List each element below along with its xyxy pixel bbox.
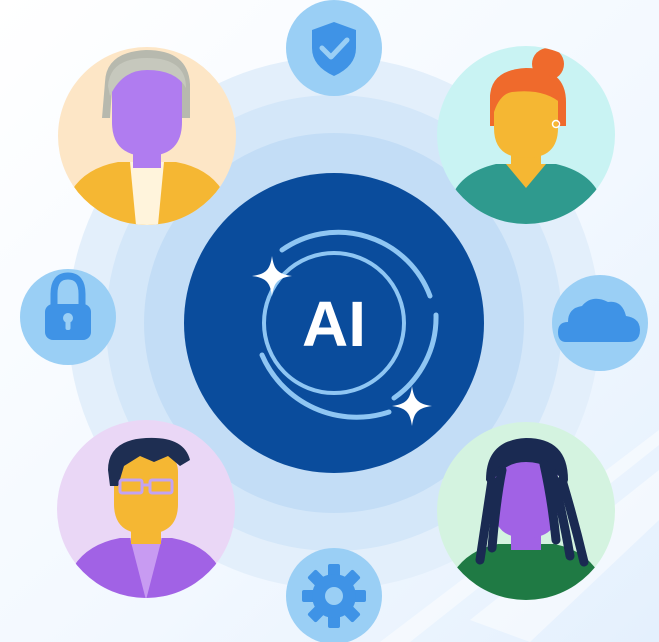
ai-illustration: AI <box>0 0 659 642</box>
ai-hub: AI <box>184 173 484 473</box>
illustration-canvas: AI <box>0 0 659 642</box>
gear-badge <box>286 548 382 642</box>
shield-check-badge <box>286 0 382 96</box>
ai-label: AI <box>302 288 366 360</box>
cloud-badge <box>552 275 648 371</box>
padlock-badge <box>20 269 116 365</box>
